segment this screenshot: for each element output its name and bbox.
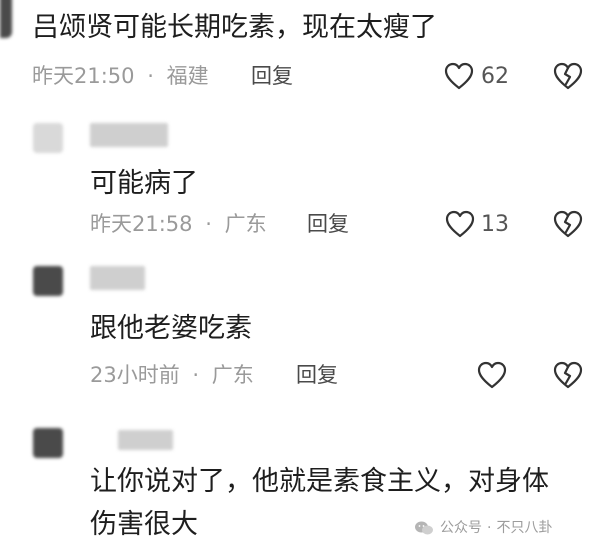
like-count: 62 bbox=[481, 64, 509, 89]
wechat-icon bbox=[414, 520, 434, 536]
avatar[interactable] bbox=[0, 0, 12, 38]
broken-heart-icon[interactable] bbox=[553, 210, 583, 238]
watermark: 公众号 · 不只八卦 bbox=[414, 518, 552, 538]
comment-location: 广东 bbox=[224, 212, 267, 236]
comment-text: 可能病了 bbox=[90, 168, 198, 199]
separator: · bbox=[147, 64, 154, 88]
separator: · bbox=[205, 212, 212, 236]
username[interactable] bbox=[90, 123, 168, 147]
comment-2: 可能病了 昨天21:58 · 广东 回复 13 bbox=[0, 115, 591, 255]
comment-text-line-2: 伤害很大 bbox=[90, 509, 198, 540]
reply-button[interactable]: 回复 bbox=[251, 66, 293, 87]
avatar[interactable] bbox=[33, 428, 63, 458]
comment-text: 跟他老婆吃素 bbox=[90, 313, 252, 344]
comment-meta: 昨天21:58 · 广东 bbox=[90, 214, 267, 235]
comment-meta: 23小时前 · 广东 bbox=[90, 365, 254, 386]
broken-heart-icon[interactable] bbox=[553, 62, 583, 90]
avatar[interactable] bbox=[33, 266, 63, 296]
heart-icon[interactable] bbox=[444, 62, 474, 90]
separator: · bbox=[487, 520, 492, 536]
watermark-source: 公众号 bbox=[440, 520, 482, 536]
comment-time: 23小时前 bbox=[90, 363, 180, 387]
comment-text: 吕颂贤可能长期吃素，现在太瘦了 bbox=[32, 12, 437, 43]
username[interactable] bbox=[118, 430, 173, 450]
comment-location: 福建 bbox=[166, 64, 209, 88]
watermark-account: 不只八卦 bbox=[496, 520, 553, 536]
comment-time: 昨天21:50 bbox=[32, 64, 135, 88]
comment-3: 跟他老婆吃素 23小时前 · 广东 回复 bbox=[0, 260, 591, 400]
like-count: 13 bbox=[481, 212, 509, 237]
heart-icon[interactable] bbox=[445, 210, 475, 238]
reply-button[interactable]: 回复 bbox=[307, 214, 349, 235]
comment-time: 昨天21:58 bbox=[90, 212, 193, 236]
comment-text-line-1: 让你说对了，他就是素食主义，对身体 bbox=[90, 466, 549, 497]
comment-meta: 昨天21:50 · 福建 bbox=[32, 66, 209, 87]
comment-location: 广东 bbox=[211, 363, 254, 387]
broken-heart-icon[interactable] bbox=[553, 361, 583, 389]
reply-button[interactable]: 回复 bbox=[296, 365, 338, 386]
avatar[interactable] bbox=[33, 123, 63, 153]
comment-1: 吕颂贤可能长期吃素，现在太瘦了 昨天21:50 · 福建 回复 62 bbox=[0, 0, 591, 100]
username[interactable] bbox=[90, 266, 145, 290]
heart-icon[interactable] bbox=[477, 361, 507, 389]
separator: · bbox=[192, 363, 200, 387]
